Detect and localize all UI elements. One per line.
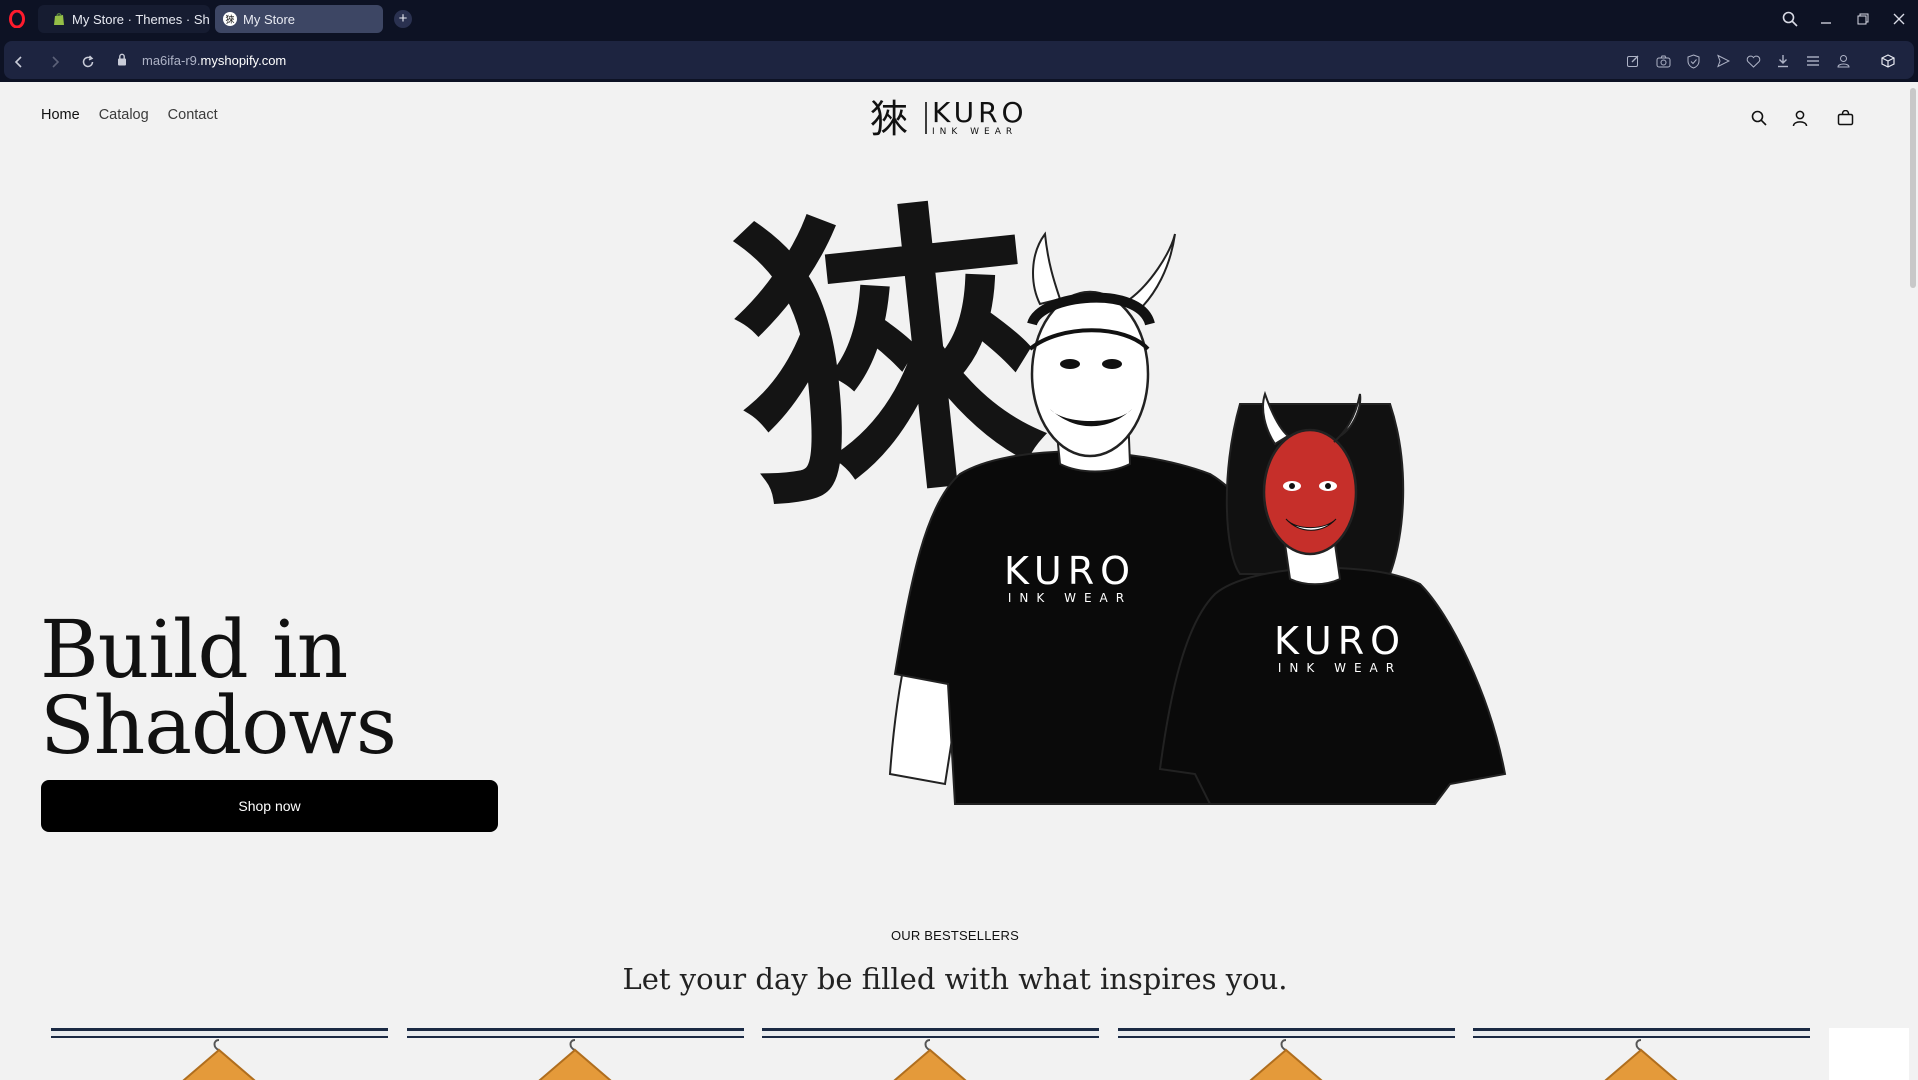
cart-icon[interactable] <box>1835 108 1855 128</box>
hero-illustration: 猍 KURO INK WEAR KURO INK WEAR <box>721 166 1630 884</box>
nav-catalog-link[interactable]: Catalog <box>99 107 149 123</box>
hanger-icon <box>182 1039 256 1080</box>
logo-name: KURO <box>932 96 1028 129</box>
lock-icon[interactable] <box>117 53 127 71</box>
hanger-rail <box>1473 1028 1810 1038</box>
url-domain: myshopify.com <box>200 53 287 68</box>
url-text[interactable]: ma6ifa-r9.myshopify.com <box>142 53 286 68</box>
page-scrollbar[interactable] <box>1910 88 1916 288</box>
forward-icon[interactable] <box>46 53 64 71</box>
bestsellers-title: Let your day be filled with what inspire… <box>622 962 1288 996</box>
back-icon[interactable] <box>10 53 28 71</box>
profile-icon[interactable] <box>1834 52 1852 70</box>
easy-setup-icon[interactable] <box>1804 52 1822 70</box>
download-icon[interactable] <box>1774 52 1792 70</box>
edit-icon[interactable] <box>1624 52 1642 70</box>
hanger-icon <box>893 1039 967 1080</box>
store-logo[interactable]: 猍 KURO INK WEAR <box>870 94 1045 141</box>
shield-icon[interactable] <box>1684 52 1702 70</box>
product-card[interactable] <box>407 1028 744 1080</box>
hero-title-line2: Shadows <box>40 679 397 772</box>
logo-kanji: 猍 <box>870 97 908 140</box>
woman-shirt-brand: KURO <box>1274 619 1406 663</box>
woman-shirt-tagline: INK WEAR <box>1278 661 1402 675</box>
tab-themes[interactable]: My Store · Themes · Shopi <box>38 5 210 33</box>
url-subdomain: ma6ifa-r9. <box>142 53 201 68</box>
hanger-icon <box>1249 1039 1323 1080</box>
camera-icon[interactable] <box>1654 52 1672 70</box>
restore-icon[interactable] <box>1852 8 1874 30</box>
logo-tagline: INK WEAR <box>932 127 1017 137</box>
search-tabs-icon[interactable] <box>1779 8 1801 30</box>
woman-figure: KURO INK WEAR <box>1158 390 1507 805</box>
tab-my-store[interactable]: 猍 My Store <box>215 5 383 33</box>
store-page: Home Catalog Contact 猍 KURO INK WEAR 猍 K… <box>0 82 1918 1080</box>
shop-now-button[interactable]: Shop now <box>41 780 498 832</box>
store-favicon-icon: 猍 <box>223 12 237 26</box>
tab-title: My Store <box>243 11 296 27</box>
search-icon[interactable] <box>1749 108 1769 128</box>
tab-title: My Store · Themes · Shopi <box>72 11 210 27</box>
browser-tab-bar: My Store · Themes · Shopi 猍 My Store + <box>0 0 1918 38</box>
chat-widget-placeholder[interactable] <box>1829 1028 1909 1080</box>
close-window-icon[interactable] <box>1888 8 1910 30</box>
opera-logo-icon[interactable] <box>8 9 26 29</box>
address-bar: ma6ifa-r9.myshopify.com <box>4 41 1914 79</box>
product-card[interactable] <box>1473 1028 1810 1080</box>
hanger-rail <box>407 1028 744 1038</box>
product-card[interactable] <box>51 1028 388 1080</box>
main-nav: Home Catalog Contact <box>41 107 237 123</box>
heart-icon[interactable] <box>1744 52 1762 70</box>
man-shirt-tagline: INK WEAR <box>1008 591 1132 605</box>
send-icon[interactable] <box>1714 52 1732 70</box>
extensions-box-icon[interactable] <box>1879 52 1897 70</box>
shopify-icon <box>52 12 66 26</box>
reload-icon[interactable] <box>79 53 97 71</box>
hanger-rail <box>762 1028 1099 1038</box>
hanger-icon <box>538 1039 612 1080</box>
nav-contact-link[interactable]: Contact <box>168 107 218 123</box>
hanger-rail <box>1118 1028 1455 1038</box>
svg-text:猍: 猍 <box>225 14 234 26</box>
bestsellers-kicker: OUR BESTSELLERS <box>891 928 1019 943</box>
new-tab-button[interactable]: + <box>394 10 412 28</box>
account-icon[interactable] <box>1790 108 1810 128</box>
man-shirt-brand: KURO <box>1004 549 1136 593</box>
product-card[interactable] <box>1118 1028 1455 1080</box>
product-card[interactable] <box>762 1028 1099 1080</box>
hero-title: Build in Shadows <box>40 610 397 766</box>
address-bar-container: ma6ifa-r9.myshopify.com <box>0 38 1918 108</box>
minimize-icon[interactable] <box>1815 8 1837 30</box>
nav-home-link[interactable]: Home <box>41 107 80 123</box>
hanger-rail <box>51 1028 388 1038</box>
hanger-icon <box>1604 1039 1678 1080</box>
